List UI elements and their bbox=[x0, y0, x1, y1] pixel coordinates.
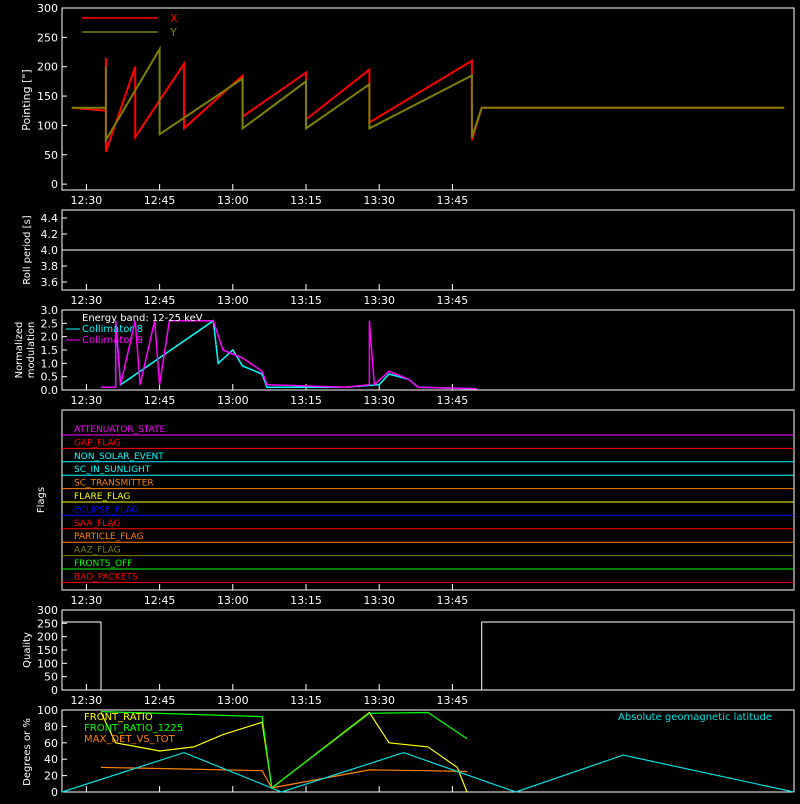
x-tick-label: 12:30 bbox=[71, 194, 103, 207]
chart-figure: Pointing ["] Roll period [s] Normalized … bbox=[0, 0, 800, 800]
modulation-y-tick-label: 2.0 bbox=[41, 331, 59, 344]
x-tick-label: 13:30 bbox=[363, 394, 395, 407]
x-tick-label: 12:30 bbox=[71, 394, 103, 407]
flag-label: ATTENUATOR_STATE bbox=[74, 425, 166, 435]
x-tick-label: 12:30 bbox=[71, 294, 103, 307]
modulation-y-tick-label: 0.5 bbox=[41, 371, 59, 384]
ratios-y-tick-label: 60 bbox=[44, 737, 58, 750]
flag-label: FRONTS_OFF bbox=[74, 559, 132, 569]
flag-label: FLARE_FLAG bbox=[74, 492, 130, 502]
quality-y-tick-label: 0 bbox=[51, 684, 58, 697]
pointing-ylabel: Pointing ["] bbox=[20, 69, 33, 130]
pointing-y-tick-label: 0 bbox=[51, 178, 58, 191]
x-tick-label: 13:15 bbox=[290, 394, 322, 407]
modulation-ylabel-line2: modulation bbox=[26, 322, 37, 379]
x-tick-label: 13:00 bbox=[217, 194, 249, 207]
x-tick-label: 13:15 bbox=[290, 194, 322, 207]
ratios-y-tick-label: 20 bbox=[44, 770, 58, 783]
roll-y-tick-label: 4.4 bbox=[41, 212, 59, 225]
pointing-y-tick-label: 250 bbox=[37, 31, 58, 44]
x-tick-label: 12:45 bbox=[144, 194, 176, 207]
ratios-ylabel: Degrees or % bbox=[22, 718, 33, 786]
roll-y-tick-label: 4.0 bbox=[41, 244, 59, 257]
x-tick-label: 13:00 bbox=[217, 694, 249, 707]
x-tick-label: 13:15 bbox=[290, 294, 322, 307]
flag-label: SAA_FLAG bbox=[74, 519, 120, 529]
x-tick-label: 13:45 bbox=[437, 694, 469, 707]
flag-label: SC_IN_SUNLIGHT bbox=[74, 465, 151, 475]
ratios-y-tick-label: 100 bbox=[37, 704, 58, 717]
pointing-y-tick-label: 50 bbox=[44, 149, 58, 162]
modulation-y-tick-label: 1.0 bbox=[41, 357, 59, 370]
x-tick-label: 12:30 bbox=[71, 594, 103, 607]
pointing-y-tick-label: 150 bbox=[37, 90, 58, 103]
modulation-legend-label: Energy band: 12-25 keV bbox=[82, 313, 203, 324]
ratios-annotation: Absolute geomagnetic latitude bbox=[618, 712, 772, 723]
ratios-legend-label: MAX_DET_VS_TOT bbox=[84, 734, 176, 745]
quality-y-tick-label: 250 bbox=[37, 617, 58, 630]
modulation-legend-label: Collimator 8 bbox=[82, 324, 143, 335]
flag-label: PARTICLE_FLAG bbox=[74, 532, 144, 542]
ratios-y-tick-label: 80 bbox=[44, 720, 58, 733]
roll-y-tick-label: 4.2 bbox=[41, 228, 59, 241]
x-tick-label: 12:45 bbox=[144, 694, 176, 707]
flags-ylabel: Flags bbox=[36, 487, 47, 513]
flag-label: SC_TRANSMITTER bbox=[74, 479, 154, 489]
flag-label: ECLIPSE_FLAG bbox=[74, 505, 138, 515]
pointing-y-tick-label: 100 bbox=[37, 119, 58, 132]
x-tick-label: 13:00 bbox=[217, 294, 249, 307]
ratios-y-tick-label: 0 bbox=[51, 786, 58, 799]
x-tick-label: 13:15 bbox=[290, 694, 322, 707]
modulation-y-tick-label: 1.5 bbox=[41, 344, 59, 357]
x-tick-label: 12:30 bbox=[71, 694, 103, 707]
modulation-legend-label: Collimator 9 bbox=[82, 335, 143, 346]
quality-y-tick-label: 300 bbox=[37, 604, 58, 617]
x-tick-label: 13:30 bbox=[363, 294, 395, 307]
x-tick-label: 13:00 bbox=[217, 394, 249, 407]
pointing-y-tick-label: 200 bbox=[37, 61, 58, 74]
x-tick-label: 13:45 bbox=[437, 194, 469, 207]
quality-ylabel: Quality bbox=[22, 632, 33, 668]
flag-label: NON_SOLAR_EVENT bbox=[74, 452, 164, 462]
flag-label: BAD_PACKETS bbox=[74, 572, 138, 582]
modulation-ylabel-line1: Normalized bbox=[14, 322, 25, 379]
quality-y-tick-label: 100 bbox=[37, 657, 58, 670]
x-tick-label: 13:30 bbox=[363, 194, 395, 207]
x-tick-label: 13:30 bbox=[363, 594, 395, 607]
ratios-legend-label: FRONT_RATIO_1225 bbox=[84, 723, 183, 734]
x-tick-label: 13:15 bbox=[290, 594, 322, 607]
x-tick-label: 13:30 bbox=[363, 694, 395, 707]
quality-y-tick-label: 150 bbox=[37, 644, 58, 657]
modulation-y-tick-label: 3.0 bbox=[41, 304, 59, 317]
roll-y-tick-label: 3.8 bbox=[41, 260, 59, 273]
ratios-legend-label: FRONT_RATIO bbox=[84, 712, 153, 723]
roll-ylabel: Roll period [s] bbox=[22, 215, 33, 284]
x-tick-label: 12:45 bbox=[144, 594, 176, 607]
x-tick-label: 13:45 bbox=[437, 594, 469, 607]
x-tick-label: 13:45 bbox=[437, 294, 469, 307]
modulation-y-tick-label: 2.5 bbox=[41, 317, 59, 330]
x-tick-label: 13:45 bbox=[437, 394, 469, 407]
ratios-y-tick-label: 40 bbox=[44, 753, 58, 766]
pointing-y-tick-label: 300 bbox=[37, 2, 58, 15]
quality-y-tick-label: 200 bbox=[37, 631, 58, 644]
x-tick-label: 13:00 bbox=[217, 594, 249, 607]
roll-y-tick-label: 3.6 bbox=[41, 276, 59, 289]
x-tick-label: 12:45 bbox=[144, 394, 176, 407]
modulation-y-tick-label: 0.0 bbox=[41, 384, 59, 397]
chart-svg: Pointing ["] Roll period [s] Normalized … bbox=[0, 0, 800, 800]
pointing-legend-label: Y bbox=[169, 26, 177, 39]
flag-label: AAZ_FLAG bbox=[74, 546, 121, 556]
x-tick-label: 12:45 bbox=[144, 294, 176, 307]
pointing-legend-label: X bbox=[170, 12, 178, 25]
flag-label: GAP_FLAG bbox=[74, 438, 120, 448]
quality-y-tick-label: 50 bbox=[44, 671, 58, 684]
